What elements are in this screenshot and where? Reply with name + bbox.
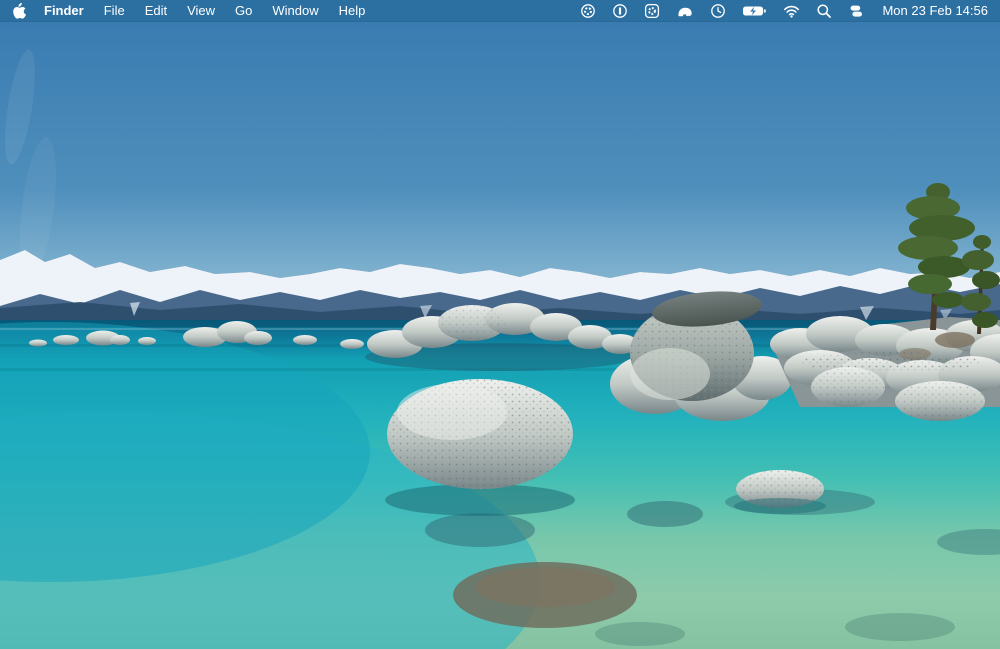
battery-menu-extra[interactable] <box>736 0 773 22</box>
spotlight-menu-extra[interactable] <box>810 0 838 22</box>
menu-view[interactable]: View <box>177 0 225 22</box>
wifi-menu-extra[interactable] <box>777 0 806 22</box>
user-switch-icon <box>848 3 864 19</box>
clock-history-icon <box>710 3 726 19</box>
wallpaper-image <box>0 22 1000 649</box>
menu-help[interactable]: Help <box>329 0 376 22</box>
clock-history-menu-extra[interactable] <box>704 0 732 22</box>
wifi-icon <box>783 3 800 19</box>
menu-bar-left: Finder File Edit View Go Window Help <box>10 0 375 22</box>
menu-bar-clock[interactable]: Mon 23 Feb 14:56 <box>874 3 990 18</box>
user-switch-menu-extra[interactable] <box>842 0 870 22</box>
menu-window[interactable]: Window <box>262 0 328 22</box>
menu-go[interactable]: Go <box>225 0 262 22</box>
keyhole-icon <box>612 3 628 19</box>
pinwheel-icon <box>580 3 596 19</box>
battery-charging-icon <box>742 3 767 19</box>
spotlight-search-icon <box>816 3 832 19</box>
menu-edit[interactable]: Edit <box>135 0 177 22</box>
gear-app-icon <box>644 3 660 19</box>
apple-logo-icon <box>12 3 26 19</box>
app-menu-finder[interactable]: Finder <box>34 0 94 22</box>
menu-file[interactable]: File <box>94 0 135 22</box>
macos-screen: Finder File Edit View Go Window Help <box>0 0 1000 649</box>
pinwheel-menu-extra[interactable] <box>574 0 602 22</box>
menu-bar-status-area: Mon 23 Feb 14:56 <box>574 0 990 22</box>
desktop[interactable] <box>0 0 1000 649</box>
menu-bar: Finder File Edit View Go Window Help <box>0 0 1000 22</box>
gear-app-menu-extra[interactable] <box>638 0 666 22</box>
apple-menu[interactable] <box>10 3 34 19</box>
elephant-icon <box>676 3 694 19</box>
elephant-menu-extra[interactable] <box>670 0 700 22</box>
keyhole-menu-extra[interactable] <box>606 0 634 22</box>
